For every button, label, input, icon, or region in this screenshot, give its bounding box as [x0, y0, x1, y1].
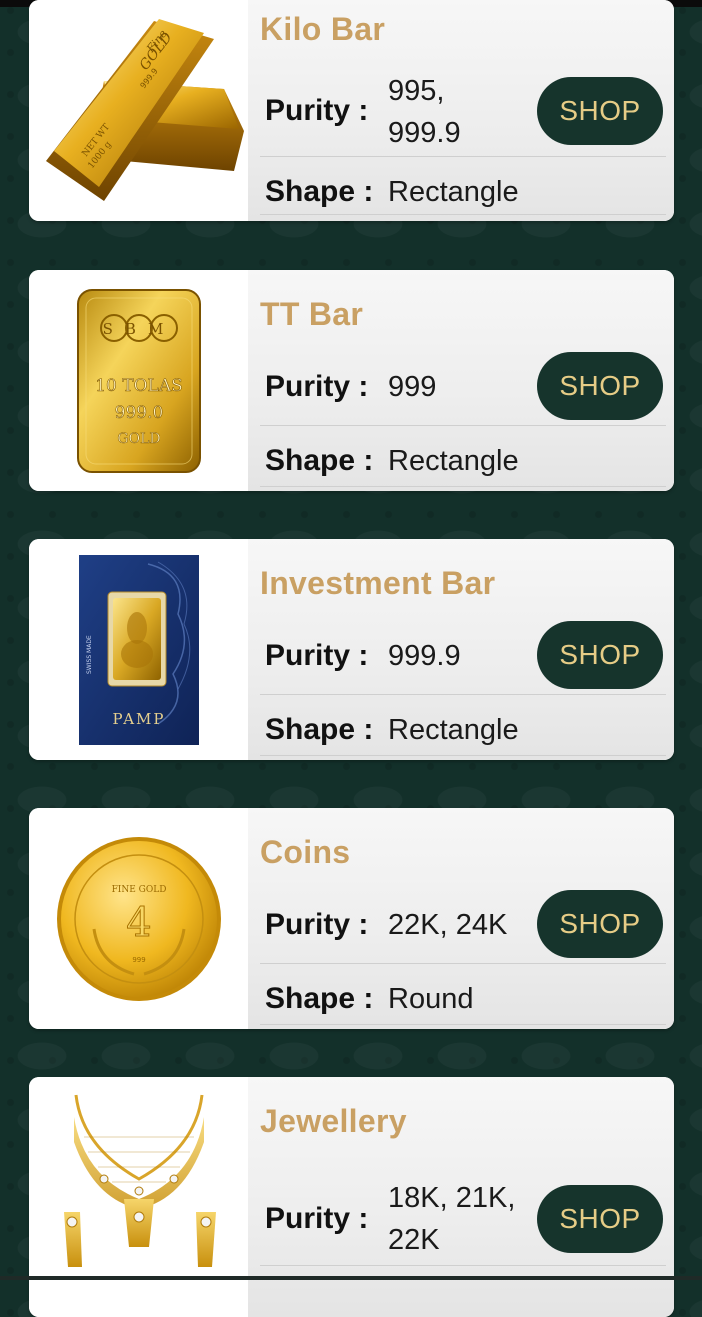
divider: [260, 156, 666, 157]
product-image: [29, 1077, 248, 1317]
product-title: Coins: [260, 834, 351, 870]
product-info: TT Bar Purity : 999 Shape : Rectangle SH…: [248, 270, 674, 491]
divider: [260, 755, 666, 756]
purity-value: 999.9: [388, 640, 461, 672]
shop-button[interactable]: SHOP: [537, 890, 663, 958]
product-card-jewellery[interactable]: Jewellery Purity : 18K, 21K, 22K SHOP: [29, 1077, 674, 1317]
shop-button[interactable]: SHOP: [537, 352, 663, 420]
divider: [260, 963, 666, 964]
svg-text:999: 999: [132, 956, 145, 964]
purity-label: Purity :: [265, 908, 369, 941]
divider: [260, 694, 666, 695]
purity-value: 22K, 24K: [388, 909, 508, 941]
divider: [260, 425, 666, 426]
svg-text:10 TOLAS: 10 TOLAS: [95, 376, 183, 396]
nav-bar-edge: [0, 1276, 702, 1280]
product-title: TT Bar: [260, 296, 364, 332]
product-card-kilo-bar[interactable]: Fine GOLD 999.9 NET WT 1000 g Kilo Bar P…: [29, 0, 674, 221]
divider: [260, 214, 666, 215]
product-title: Kilo Bar: [260, 11, 386, 47]
product-title: Jewellery: [260, 1103, 407, 1139]
svg-text:SBM: SBM: [102, 320, 175, 338]
shape-label: Shape :: [265, 444, 374, 477]
shape-value: Rectangle: [388, 714, 519, 746]
shop-button[interactable]: SHOP: [537, 77, 663, 145]
product-card-tt-bar[interactable]: SBM 10 TOLAS 999.0 GOLD TT Bar Purity : …: [29, 270, 674, 491]
svg-text:PAMP: PAMP: [112, 710, 165, 728]
purity-value: 18K, 21K, 22K: [388, 1182, 516, 1256]
gold-necklace-icon: [63, 1094, 216, 1267]
product-card-investment-bar[interactable]: SWISS MADE PAMP Investment Bar Purity : …: [29, 539, 674, 760]
divider: [260, 486, 666, 487]
divider: [260, 1024, 666, 1025]
shape-label: Shape :: [265, 713, 374, 746]
svg-text:FINE GOLD: FINE GOLD: [111, 885, 166, 895]
pamp-gold-bar-icon: SWISS MADE PAMP: [78, 554, 199, 745]
shape-label: Shape :: [265, 982, 374, 1015]
gold-coin-icon: FINE GOLD 4 999: [56, 836, 221, 1001]
shape-label: Shape :: [265, 175, 374, 208]
purity-value: 999: [388, 371, 437, 403]
shape-value: Round: [388, 983, 474, 1015]
shop-button[interactable]: SHOP: [537, 1185, 663, 1253]
purity-label: Purity :: [265, 94, 369, 127]
svg-text:GOLD: GOLD: [117, 431, 160, 447]
product-info: Investment Bar Purity : 999.9 Shape : Re…: [248, 539, 674, 760]
purity-value: 995, 999.9: [388, 75, 461, 149]
product-title: Investment Bar: [260, 565, 496, 601]
purity-label: Purity :: [265, 370, 369, 403]
product-image: SWISS MADE PAMP: [29, 539, 248, 760]
svg-text:4: 4: [126, 900, 151, 946]
product-image: SBM 10 TOLAS 999.0 GOLD: [29, 270, 248, 491]
product-info: Jewellery Purity : 18K, 21K, 22K SHOP: [248, 1077, 674, 1317]
product-image: FINE GOLD 4 999: [29, 808, 248, 1029]
product-card-coins[interactable]: FINE GOLD 4 999 Coins Purity : 22K, 24K …: [29, 808, 674, 1029]
svg-text:SWISS MADE: SWISS MADE: [86, 635, 93, 674]
shop-button[interactable]: SHOP: [537, 621, 663, 689]
shape-value: Rectangle: [388, 445, 519, 477]
product-info: Kilo Bar Purity : 995, 999.9 Shape : Rec…: [248, 0, 674, 221]
product-info: Coins Purity : 22K, 24K Shape : Round SH…: [248, 808, 674, 1029]
purity-label: Purity :: [265, 1202, 369, 1235]
shape-value: Rectangle: [388, 176, 519, 208]
product-image: Fine GOLD 999.9 NET WT 1000 g: [29, 0, 248, 221]
purity-label: Purity :: [265, 639, 369, 672]
gold-kilo-bar-icon: Fine GOLD 999.9 NET WT 1000 g: [45, 18, 244, 201]
gold-tt-bar-icon: SBM 10 TOLAS 999.0 GOLD: [76, 288, 201, 473]
divider: [260, 1265, 666, 1266]
svg-text:999.0: 999.0: [114, 403, 163, 423]
